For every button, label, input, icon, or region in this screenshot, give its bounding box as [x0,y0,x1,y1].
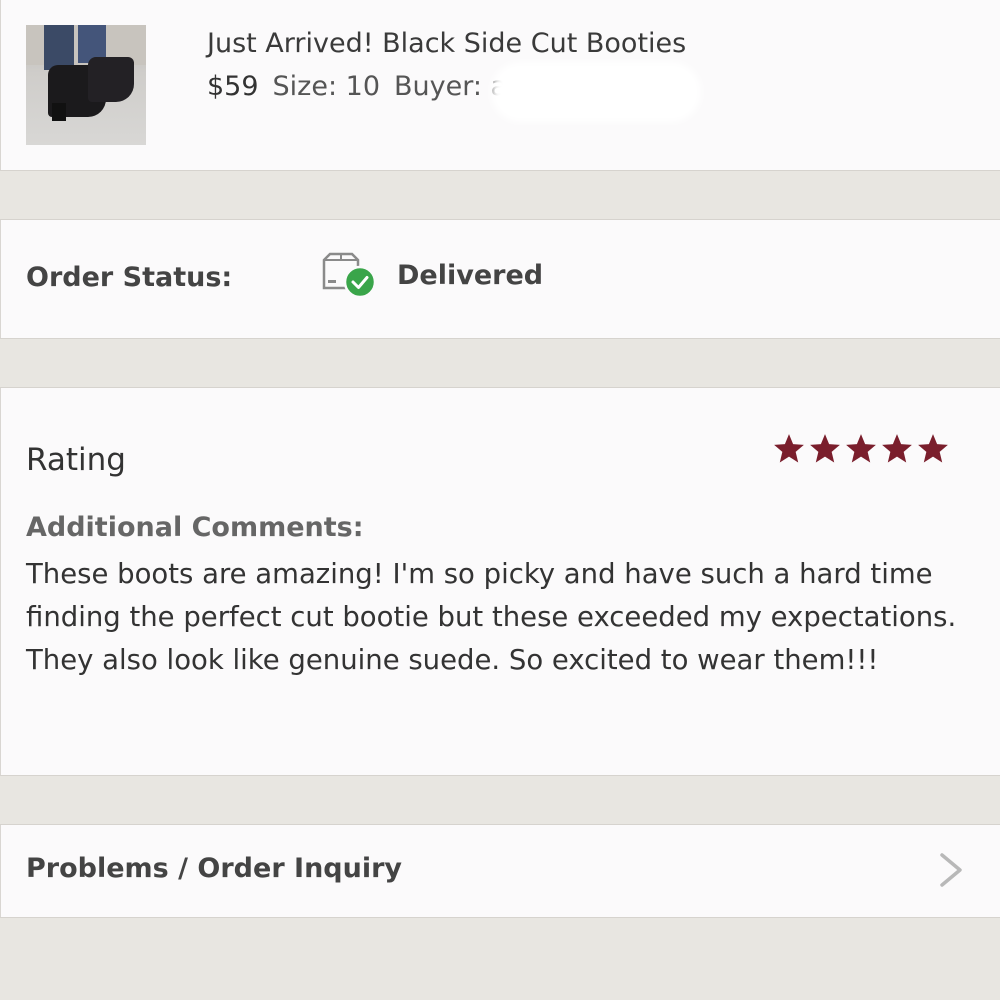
star-rating [772,432,950,466]
bottom-background [0,917,1000,1000]
item-buyer: Buyer: a [394,71,508,102]
rating-label: Rating [26,442,126,478]
chevron-right-icon[interactable] [936,851,966,889]
order-status-value: Delivered [397,260,544,291]
comments-label: Additional Comments: [26,512,364,543]
star-icon [846,434,876,463]
box-delivered-check-icon [322,252,377,299]
item-title: Just Arrived! Black Side Cut Booties [207,28,687,59]
section-divider [0,338,1000,388]
redaction-blur [491,62,701,122]
item-meta: $59 Size: 10 Buyer: a [207,71,507,102]
star-icon [774,434,804,463]
item-price: $59 [207,71,259,102]
order-status-label: Order Status: [26,262,233,293]
star-icon [810,434,840,463]
star-icon [882,434,912,463]
section-divider [0,775,1000,825]
star-icon [918,434,948,463]
item-size: Size: 10 [272,71,381,102]
item-summary-panel[interactable]: Just Arrived! Black Side Cut Booties $59… [0,0,1000,170]
product-thumbnail[interactable] [26,25,146,145]
comments-text: These boots are amazing! I'm so picky an… [26,558,957,676]
problems-label: Problems / Order Inquiry [26,853,403,884]
section-divider [0,170,1000,220]
